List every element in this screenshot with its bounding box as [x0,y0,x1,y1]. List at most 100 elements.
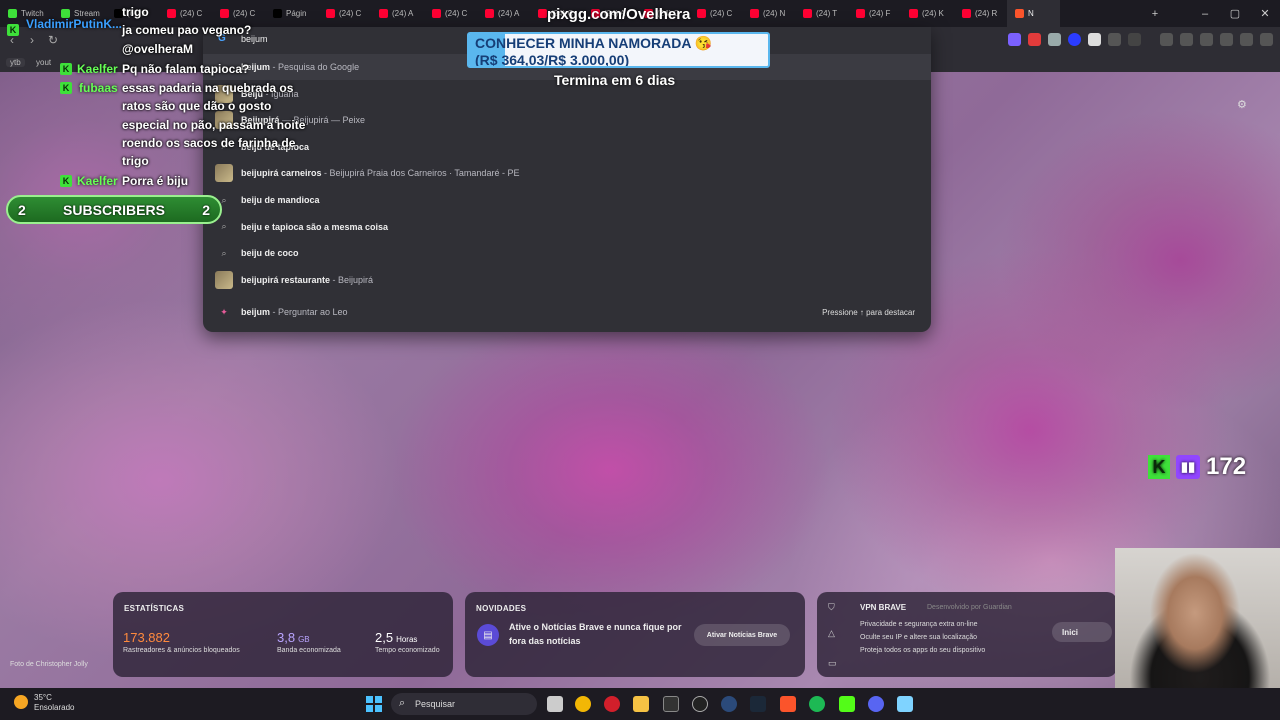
tab[interactable]: (24) C [424,0,477,27]
tab-favicon-icon [379,9,388,18]
kick-icon[interactable] [839,696,855,712]
vpn-start-button[interactable]: Inici [1052,622,1112,642]
chat-message: ratos são que dão o gosto [122,99,272,113]
bookmark[interactable]: ytb [6,58,25,67]
omnibox-suggestion[interactable]: ⌕ beiju e tapioca são a mesma coisa [203,214,931,240]
screenshot-icon[interactable] [1128,33,1141,46]
extension-icon[interactable] [1088,33,1101,46]
obs-icon[interactable] [692,696,708,712]
tab-label: (24) T [816,9,838,18]
stat-value: 173.882 [123,630,173,645]
tab-favicon-icon [1015,9,1024,18]
chat-message: essas padaria na quebrada os [122,81,294,95]
suggestion-text: beiju e tapioca são a mesma coisa [241,221,389,232]
forward-icon[interactable]: › [30,33,34,47]
app-icon[interactable] [721,696,737,712]
tab[interactable]: (24) N [742,0,795,27]
tab-label: (24) C [710,9,733,18]
subscribers-banner: 2 SUBSCRIBERS 2 [6,195,222,224]
maximize-button[interactable]: ▢ [1220,0,1250,27]
stats-title: ESTATÍSTICAS [124,604,185,613]
tab[interactable]: (24) T [795,0,848,27]
extension-icon[interactable] [1028,33,1041,46]
file-explorer-icon[interactable] [633,696,649,712]
activate-news-button[interactable]: Ativar Notícias Brave [694,624,790,646]
tab[interactable]: (24) A [477,0,530,27]
taskbar-search[interactable]: ⌕ Pesquisar [391,693,537,715]
task-view-icon[interactable] [547,696,563,712]
tab[interactable]: (24) K [901,0,954,27]
gear-icon[interactable]: ⚙ [1237,98,1247,111]
stat-number: 3,8 [277,630,296,645]
stat-number: 2,5 [375,630,394,645]
chat-message: Porra é biju [122,174,189,188]
opera-icon[interactable] [604,696,620,712]
tab-favicon-icon [697,9,706,18]
discord-icon[interactable] [868,696,884,712]
reload-icon[interactable]: ↻ [48,33,58,47]
omnibox-suggestion[interactable]: ⌕ beiju de coco [203,240,931,266]
chat-icon: ▭ [828,658,837,668]
news-card: NOVIDADES ▤ Ative o Notícias Brave e nun… [465,592,805,677]
tab-label: (24) K [922,9,944,18]
menu-icon[interactable] [1260,33,1273,46]
steam-icon[interactable] [750,696,766,712]
minimize-button[interactable]: – [1190,0,1220,27]
omnibox-suggestion[interactable]: ⌕ beiju de tapioca [203,134,931,160]
bookmark[interactable]: yout [36,58,51,67]
tab-label: (24) C [233,9,256,18]
tab-label: (24) A [498,9,520,18]
tab-favicon-icon [432,9,441,18]
tab[interactable]: N [1007,0,1060,27]
chrome-icon[interactable] [575,696,591,712]
temperature: 35°C [34,693,52,702]
suggestion-thumbnail [215,270,233,289]
vpn-card: ⛉ △ ▭ VPN BRAVE Desenvolvido por Guardia… [817,592,1117,677]
omnibox-suggestion[interactable]: beijupirá restaurante - Beijupirá [203,267,931,293]
weather-widget[interactable]: 35°C Ensolarado [14,693,74,713]
tab-label: (24) A [392,9,414,18]
shield-icon[interactable] [1240,33,1253,46]
search-icon: ⌕ [221,221,227,232]
newspaper-icon: ▤ [477,624,499,646]
suggestion-text: beijum [241,307,271,318]
stat-label: Banda economizada [277,647,341,654]
tab-favicon-icon [856,9,865,18]
app-icon[interactable] [663,696,679,712]
omnibox-suggestion[interactable]: beijupirá carneiros - Beijupirá Praia do… [203,160,931,186]
suggestion-text: beiju de coco [241,248,299,259]
tab-favicon-icon [8,9,17,18]
new-tab-button[interactable]: + [1140,0,1170,27]
extension-icon[interactable] [1068,33,1081,46]
windows-start-icon[interactable] [366,696,382,712]
leo-icon[interactable] [1220,33,1233,46]
brave-icon[interactable] [780,696,796,712]
omnibox-suggestion[interactable]: ⌕ beiju de mandioca [203,187,931,213]
extension-icon[interactable] [1008,33,1021,46]
music-icon[interactable] [1160,33,1173,46]
vpn-title: VPN BRAVE [860,603,907,612]
spotify-icon[interactable] [809,696,825,712]
tab-favicon-icon [485,9,494,18]
tab-favicon-icon [803,9,812,18]
notepad-icon[interactable] [897,696,913,712]
sidebar-icon[interactable] [1180,33,1193,46]
tab[interactable]: (24) C [318,0,371,27]
pix-link: pixgg.com/Ovelhera [547,6,691,23]
extension-icon[interactable] [1048,33,1061,46]
tab[interactable]: (24) C [689,0,742,27]
tab[interactable]: (24) A [371,0,424,27]
goal-title: CONHECER MINHA NAMORADA 😘 [475,35,713,51]
puzzle-icon[interactable] [1108,33,1121,46]
vpn-feature: Privacidade e segurança extra on-line [860,621,978,628]
tab-label: (24) C [445,9,468,18]
close-window-button[interactable]: ✕ [1250,0,1280,27]
omnibox-suggestion[interactable]: Beijupirá — Beijupirá — Peixe [203,107,931,133]
leo-icon: ✦ [220,306,228,317]
tab[interactable]: (24) R [954,0,1007,27]
tab[interactable]: Págin [265,0,318,27]
stat-value: 3,8 GB [277,630,310,645]
suggestion-description: - Pesquisa do Google [270,62,360,72]
wallet-icon[interactable] [1200,33,1213,46]
tab[interactable]: (24) F [848,0,901,27]
